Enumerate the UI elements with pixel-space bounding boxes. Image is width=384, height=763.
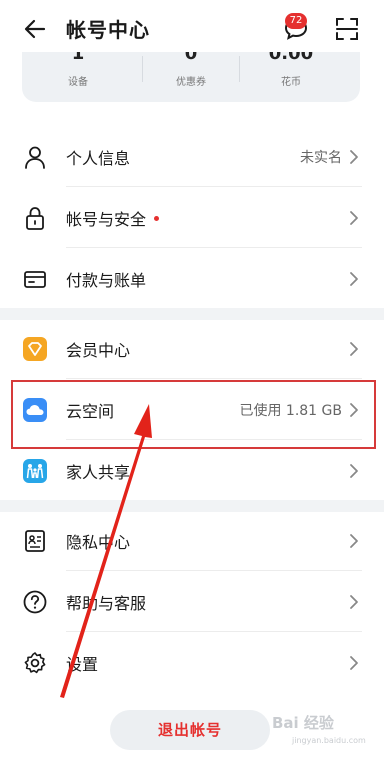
stat-value: 0 [184, 52, 198, 64]
lock-icon [26, 207, 44, 230]
divider [66, 631, 362, 632]
row-account-security[interactable]: 帐号与安全 [0, 188, 384, 248]
stat-coins[interactable]: 0.00 花币 [235, 52, 347, 102]
row-label: 个人信息 [66, 149, 131, 168]
row-personal-info[interactable]: 个人信息 未实名 [0, 127, 384, 187]
watermark-subtext: jingyan.baidu.com [292, 736, 366, 745]
chevron-right-icon [350, 211, 358, 225]
stat-label: 花币 [281, 77, 301, 88]
chevron-right-icon [350, 595, 358, 609]
chevron-right-icon [350, 656, 358, 670]
divider [66, 247, 362, 248]
gear-icon [24, 652, 46, 674]
stat-label: 设备 [68, 77, 88, 88]
top-bar: 帐号中心 72 [0, 0, 384, 58]
help-icon [23, 590, 47, 614]
row-label-text: 帐号与安全 [66, 210, 147, 229]
page-title: 帐号中心 [66, 18, 150, 42]
row-label: 家人共享 [66, 463, 131, 482]
divider [66, 570, 362, 571]
row-settings[interactable]: 设置 [0, 633, 384, 693]
row-label: 隐私中心 [66, 533, 131, 552]
row-label: 付款与账单 [66, 271, 147, 290]
row-privacy-center[interactable]: 隐私中心 [0, 511, 384, 571]
stat-value: 1 [71, 52, 85, 64]
row-value: 未实名 [300, 150, 342, 166]
account-stats-card: 1 设备 0 优惠券 0.00 花币 [22, 52, 360, 102]
privacy-card-icon [25, 530, 45, 552]
chevron-right-icon [350, 342, 358, 356]
back-arrow-icon[interactable] [22, 16, 48, 42]
message-badge: 72 [285, 13, 307, 29]
vip-diamond-icon [23, 337, 47, 361]
row-payment-billing[interactable]: 付款与账单 [0, 249, 384, 309]
annotation-highlight-box [11, 380, 376, 449]
row-help-service[interactable]: 帮助与客服 [0, 572, 384, 632]
chevron-right-icon [350, 464, 358, 478]
divider [66, 378, 362, 379]
chevron-right-icon [350, 150, 358, 164]
family-icon [23, 459, 47, 483]
divider [66, 186, 362, 187]
watermark-text: Bai 经验 [272, 714, 334, 732]
row-label: 帐号与安全 [66, 206, 160, 230]
chevron-right-icon [350, 272, 358, 286]
logout-button[interactable]: 退出帐号 [110, 710, 270, 750]
row-family-sharing[interactable]: 家人共享 [0, 441, 384, 501]
stat-devices[interactable]: 1 设备 [22, 52, 134, 102]
row-label: 帮助与客服 [66, 594, 147, 613]
notification-dot [154, 216, 160, 221]
row-member-center[interactable]: 会员中心 [0, 319, 384, 379]
stat-value: 0.00 [268, 52, 314, 64]
scan-icon[interactable] [334, 16, 360, 42]
card-icon [24, 271, 46, 288]
stat-label: 优惠券 [176, 77, 206, 88]
baidu-watermark: Bai 经验 jingyan.baidu.com [272, 712, 382, 752]
row-label: 设置 [66, 655, 99, 674]
chevron-right-icon [350, 534, 358, 548]
row-label: 会员中心 [66, 341, 131, 360]
stat-coupons[interactable]: 0 优惠券 [135, 52, 247, 102]
person-icon [25, 146, 45, 169]
